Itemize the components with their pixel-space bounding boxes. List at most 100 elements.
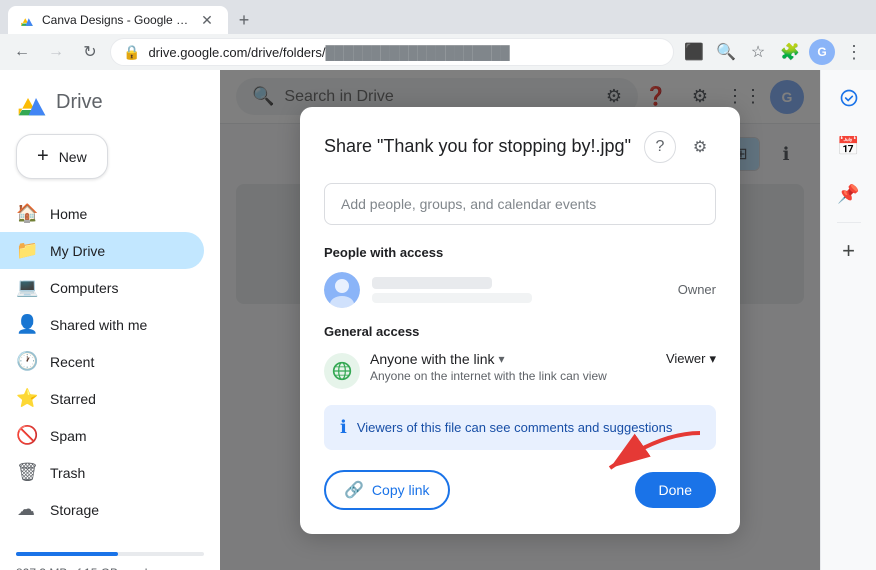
storage-text: 827.3 MB of 15 GB used: [16, 566, 204, 570]
person-avatar-img: [324, 272, 360, 308]
secure-icon: 🔒: [123, 44, 140, 61]
sidebar-item-home[interactable]: 🏠 Home: [0, 195, 204, 232]
storage-bar: [16, 552, 204, 556]
drive-favicon: [20, 13, 34, 27]
info-banner-icon: ℹ: [340, 417, 347, 438]
right-panel-divider: [837, 222, 861, 223]
new-button[interactable]: + New: [16, 134, 108, 179]
new-button-label: New: [59, 149, 87, 165]
starred-icon: ⭐: [16, 388, 36, 409]
people-section-title: People with access: [324, 245, 716, 260]
back-button[interactable]: ←: [8, 38, 36, 66]
reload-button[interactable]: ↻: [76, 38, 104, 66]
forward-button[interactable]: →: [42, 38, 70, 66]
people-input-placeholder: Add people, groups, and calendar events: [341, 196, 596, 212]
copy-link-label: Copy link: [372, 482, 430, 498]
computers-icon: 💻: [16, 277, 36, 298]
sidebar-item-shared-with-me[interactable]: 👤 Shared with me: [0, 306, 204, 343]
globe-icon: [332, 361, 352, 381]
drive-logo-icon: [16, 86, 48, 118]
tasks-button[interactable]: [829, 78, 869, 118]
starred-label: Starred: [50, 391, 96, 407]
dialog-header: Share "Thank you for stopping by!.jpg" ?…: [324, 131, 716, 163]
person-name-blurred: [372, 277, 492, 289]
sidebar-item-storage[interactable]: ☁ Storage: [0, 491, 204, 528]
public-access-icon: [324, 353, 360, 389]
tab-close-button[interactable]: ✕: [198, 11, 216, 29]
general-access-section: General access: [324, 324, 716, 389]
calendar-button[interactable]: 📅: [829, 126, 869, 166]
spam-label: Spam: [50, 428, 87, 444]
viewer-label: Viewer: [666, 351, 706, 366]
active-tab[interactable]: Canva Designs - Google Drive ✕: [8, 6, 228, 34]
viewer-dropdown-icon: ▾: [709, 351, 716, 367]
my-drive-icon: 📁: [16, 240, 36, 261]
sidebar-item-starred[interactable]: ⭐ Starred: [0, 380, 204, 417]
tasks-icon: [839, 88, 859, 108]
main-content: 🔍 ⚙ ❓ ⚙ ⋮⋮ G Last opened by me ▾ ☰ ⊞ ℹ: [220, 70, 820, 570]
sidebar-item-spam[interactable]: 🚫 Spam: [0, 417, 204, 454]
profile-button[interactable]: G: [808, 38, 836, 66]
home-icon: 🏠: [16, 203, 36, 224]
storage-used-bar: [16, 552, 118, 556]
sidebar-item-trash[interactable]: 🗑 Trash: [0, 454, 204, 491]
tab-title: Canva Designs - Google Drive: [42, 13, 190, 27]
dialog-overlay[interactable]: Share "Thank you for stopping by!.jpg" ?…: [220, 70, 820, 570]
menu-button[interactable]: ⋮: [840, 38, 868, 66]
right-panel: 📅 📌 +: [820, 70, 876, 570]
dialog-title: Share "Thank you for stopping by!.jpg": [324, 136, 631, 157]
plus-icon: +: [37, 145, 49, 168]
trash-icon: 🗑: [16, 462, 36, 483]
home-label: Home: [50, 206, 87, 222]
shared-icon: 👤: [16, 314, 36, 335]
spam-icon: 🚫: [16, 425, 36, 446]
storage-info: 827.3 MB of 15 GB used Get more storage: [0, 536, 220, 570]
info-banner-text: Viewers of this file can see comments an…: [357, 420, 673, 435]
dialog-settings-button[interactable]: ⚙: [684, 131, 716, 163]
computers-label: Computers: [50, 280, 118, 296]
storage-label: Storage: [50, 502, 99, 518]
copy-link-button[interactable]: 🔗 Copy link: [324, 470, 450, 510]
cast-button[interactable]: ⬛: [680, 38, 708, 66]
add-apps-button[interactable]: +: [829, 231, 869, 271]
sidebar-logo: Drive: [0, 78, 220, 134]
profile-avatar: G: [809, 39, 835, 65]
recent-label: Recent: [50, 354, 94, 370]
people-with-access-section: People with access: [324, 245, 716, 308]
browser-toolbar: ← → ↻ 🔒 drive.google.com/drive/folders/█…: [0, 34, 876, 70]
access-type: Anyone with the link: [370, 351, 495, 367]
sidebar-item-my-drive[interactable]: 📁 My Drive: [0, 232, 204, 269]
drive-wordmark: Drive: [56, 91, 103, 114]
dialog-help-button[interactable]: ?: [644, 131, 676, 163]
keep-button[interactable]: 📌: [829, 174, 869, 214]
access-row: Anyone with the link ▾ Anyone on the int…: [324, 351, 716, 389]
shared-label: Shared with me: [50, 317, 147, 333]
trash-label: Trash: [50, 465, 85, 481]
extensions-button[interactable]: 🧩: [776, 38, 804, 66]
app-body: Drive + New 🏠 Home 📁 My Drive 💻 Computer…: [0, 70, 876, 570]
browser-actions: ⬛ 🔍 ☆ 🧩 G ⋮: [680, 38, 868, 66]
access-description: Anyone on the internet with the link can…: [370, 369, 656, 383]
people-input[interactable]: Add people, groups, and calendar events: [324, 183, 716, 225]
sidebar: Drive + New 🏠 Home 📁 My Drive 💻 Computer…: [0, 70, 220, 570]
access-dropdown-icon[interactable]: ▾: [499, 352, 505, 366]
done-button[interactable]: Done: [635, 472, 716, 508]
tab-bar: Canva Designs - Google Drive ✕ +: [0, 0, 876, 34]
zoom-button[interactable]: 🔍: [712, 38, 740, 66]
new-tab-button[interactable]: +: [230, 6, 258, 34]
sidebar-item-recent[interactable]: 🕐 Recent: [0, 343, 204, 380]
viewer-role-dropdown[interactable]: Viewer ▾: [666, 351, 716, 367]
access-info: Anyone with the link ▾ Anyone on the int…: [370, 351, 656, 383]
address-bar[interactable]: 🔒 drive.google.com/drive/folders/███████…: [110, 38, 674, 66]
sidebar-item-computers[interactable]: 💻 Computers: [0, 269, 204, 306]
person-row: Owner: [324, 272, 716, 308]
dialog-header-icons: ? ⚙: [644, 131, 716, 163]
storage-icon: ☁: [16, 499, 36, 520]
browser-chrome: Canva Designs - Google Drive ✕ + ← → ↻ 🔒…: [0, 0, 876, 70]
person-avatar: [324, 272, 360, 308]
bookmark-button[interactable]: ☆: [744, 38, 772, 66]
owner-label: Owner: [678, 282, 716, 297]
info-banner: ℹ Viewers of this file can see comments …: [324, 405, 716, 450]
my-drive-label: My Drive: [50, 243, 105, 259]
link-icon: 🔗: [344, 480, 364, 500]
